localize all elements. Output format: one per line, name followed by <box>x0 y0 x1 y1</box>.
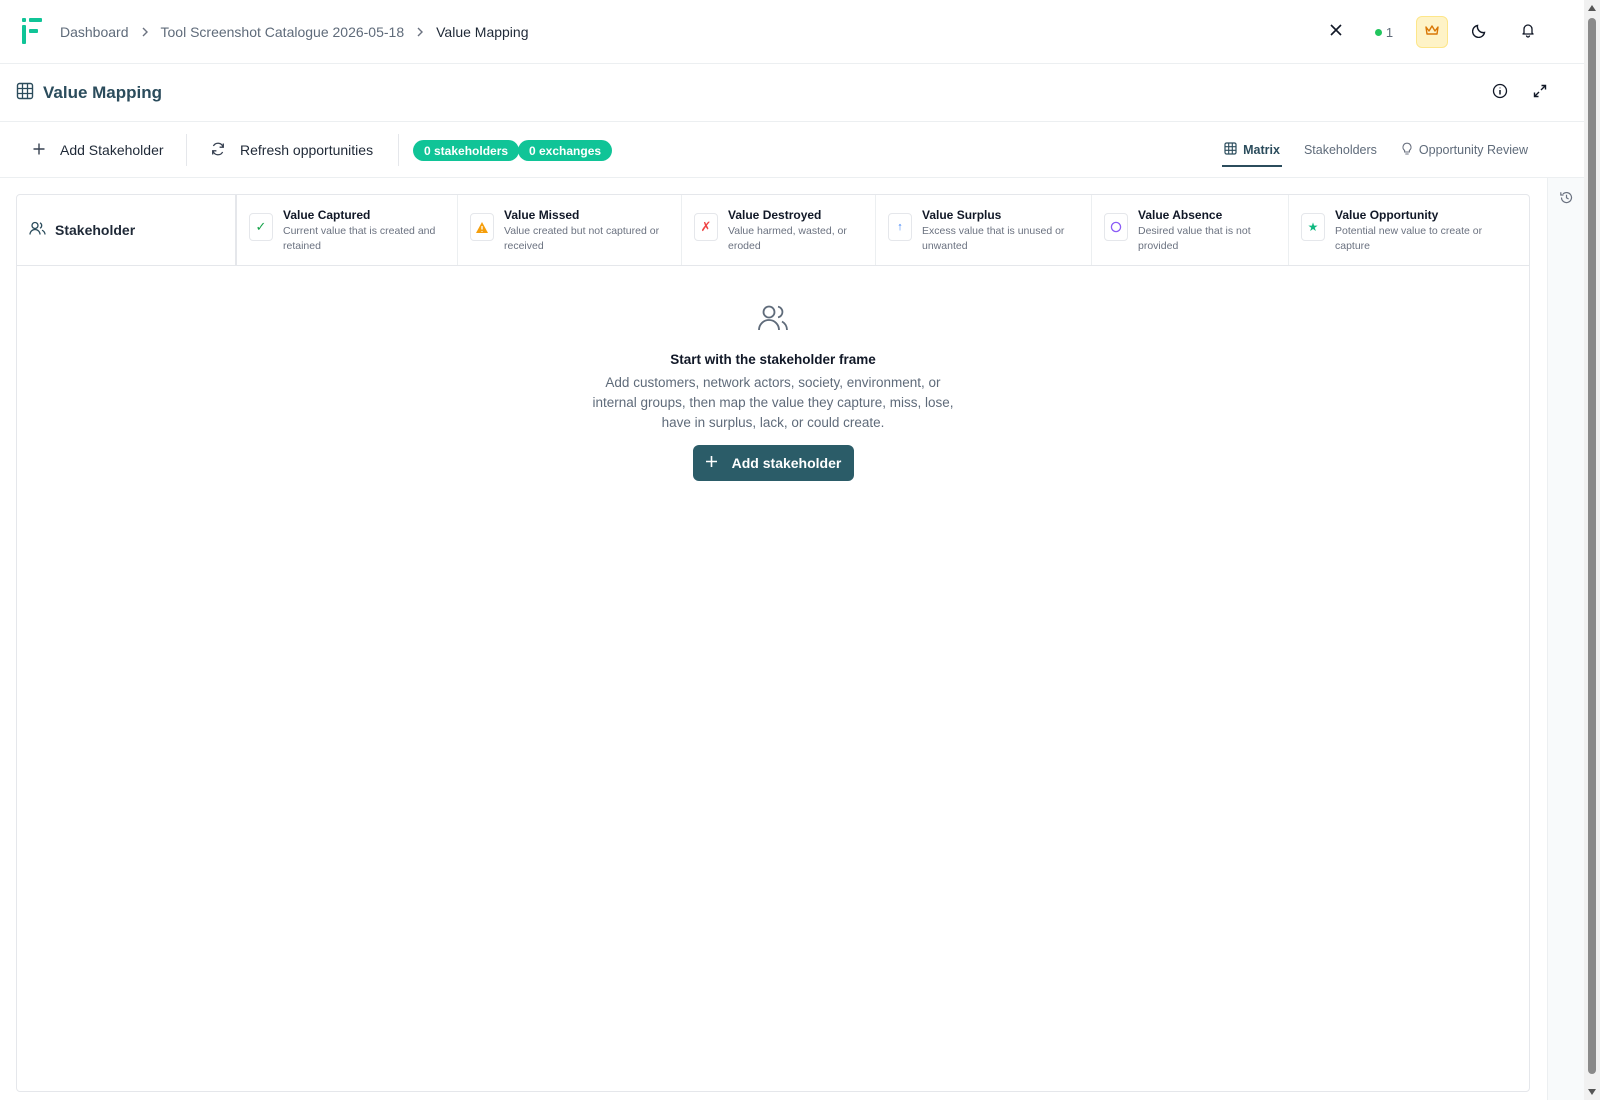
matrix-header: Stakeholder ✓ Value Captured Current val… <box>17 195 1529 266</box>
column-value-destroyed: ✗ Value Destroyed Value harmed, wasted, … <box>682 195 876 265</box>
page-actions <box>1484 77 1556 109</box>
column-value-captured: ✓ Value Captured Current value that is c… <box>237 195 458 265</box>
add-stakeholder-primary-button[interactable]: Add stakeholder <box>692 445 854 481</box>
tab-stakeholders[interactable]: Stakeholders <box>1304 122 1377 178</box>
top-actions: 1 <box>1320 0 1544 64</box>
online-users-indicator[interactable]: 1 <box>1368 25 1400 40</box>
value-matrix: Stakeholder ✓ Value Captured Current val… <box>16 194 1530 1092</box>
page-title-group: Value Mapping <box>16 64 162 122</box>
bell-icon <box>1520 22 1536 43</box>
add-stakeholder-button[interactable]: Add Stakeholder <box>32 134 164 166</box>
column-title: Value Destroyed <box>728 208 822 222</box>
app-logo-icon[interactable] <box>20 16 44 46</box>
tab-opportunity-review-label: Opportunity Review <box>1418 143 1528 157</box>
history-icon[interactable] <box>1559 190 1574 210</box>
star-icon: ★ <box>1301 213 1325 241</box>
scroll-down-icon[interactable] <box>1588 1089 1596 1095</box>
info-button[interactable] <box>1484 77 1516 109</box>
stakeholder-column-header: Stakeholder <box>17 195 237 265</box>
online-count: 1 <box>1385 24 1394 40</box>
view-tabs: Matrix Stakeholders Opportunity Review <box>1222 122 1528 178</box>
warning-icon <box>470 213 494 241</box>
column-description: Value created but not captured or receiv… <box>504 225 660 252</box>
close-button[interactable] <box>1320 16 1352 48</box>
toolbar-divider <box>398 134 399 166</box>
info-icon <box>1492 83 1508 104</box>
column-title: Value Opportunity <box>1335 208 1439 222</box>
refresh-opportunities-label: Refresh opportunities <box>240 142 374 158</box>
column-value-absence: Value Absence Desired value that is not … <box>1092 195 1289 265</box>
empty-state-title: Start with the stakeholder frame <box>670 352 876 367</box>
moon-icon <box>1471 22 1488 43</box>
tab-matrix-label: Matrix <box>1243 143 1280 157</box>
scrollbar-thumb[interactable] <box>1588 18 1596 1074</box>
column-description: Excess value that is unused or unwanted <box>922 225 1065 252</box>
plus-icon <box>705 455 718 471</box>
column-description: Potential new value to create or capture <box>1335 225 1483 252</box>
page-title: Value Mapping <box>43 83 163 102</box>
breadcrumb-dashboard[interactable]: Dashboard <box>60 24 129 40</box>
exchanges-count-badge: 0 exchanges <box>518 140 613 161</box>
toolbar-divider <box>186 134 187 166</box>
column-description: Value harmed, wasted, or eroded <box>728 225 847 252</box>
add-stakeholder-primary-label: Add stakeholder <box>731 455 842 471</box>
chevron-right-icon <box>141 27 149 37</box>
stakeholders-count-badge: 0 stakeholders <box>413 140 520 161</box>
lightbulb-icon <box>1401 142 1413 159</box>
right-rail <box>1547 178 1584 1100</box>
breadcrumb-catalogue[interactable]: Tool Screenshot Catalogue 2026-05-18 <box>161 24 405 40</box>
column-value-surplus: ↑ Value Surplus Excess value that is unu… <box>876 195 1092 265</box>
column-title: Value Captured <box>283 208 371 222</box>
add-stakeholder-label: Add Stakeholder <box>60 142 164 158</box>
crown-icon <box>1424 23 1440 42</box>
premium-button[interactable] <box>1416 16 1448 48</box>
stakeholder-header-label: Stakeholder <box>55 222 136 238</box>
empty-state: Start with the stakeholder frame Add cus… <box>17 303 1529 481</box>
check-icon: ✓ <box>249 213 273 241</box>
online-dot-icon <box>1374 28 1382 36</box>
tab-stakeholders-label: Stakeholders <box>1303 143 1377 157</box>
column-value-missed: Value Missed Value created but not captu… <box>458 195 682 265</box>
tab-matrix[interactable]: Matrix <box>1222 122 1282 178</box>
theme-toggle-button[interactable] <box>1464 16 1496 48</box>
plus-icon <box>32 142 46 159</box>
users-icon <box>757 303 789 338</box>
users-icon <box>29 221 46 239</box>
column-value-opportunity: ★ Value Opportunity Potential new value … <box>1289 195 1489 265</box>
refresh-opportunities-button[interactable]: Refresh opportunities <box>210 134 373 166</box>
page-header: Value Mapping <box>0 64 1584 122</box>
breadcrumb: Dashboard Tool Screenshot Catalogue 2026… <box>60 0 529 64</box>
circle-icon <box>1104 213 1128 241</box>
grid-icon <box>1224 142 1237 158</box>
tab-opportunity-review[interactable]: Opportunity Review <box>1401 122 1528 178</box>
column-description: Current value that is created and retain… <box>283 225 436 252</box>
scroll-up-icon[interactable] <box>1588 5 1596 11</box>
page-scrollbar[interactable] <box>1584 0 1600 1100</box>
empty-state-description: Add customers, network actors, society, … <box>592 375 954 430</box>
toolbar: Add Stakeholder Refresh opportunities 0 … <box>0 122 1584 178</box>
column-title: Value Absence <box>1138 208 1223 222</box>
fullscreen-button[interactable] <box>1524 77 1556 109</box>
column-title: Value Surplus <box>922 208 1002 222</box>
expand-icon <box>1532 83 1548 104</box>
column-title: Value Missed <box>504 208 580 222</box>
close-icon <box>1329 23 1343 42</box>
breadcrumb-current: Value Mapping <box>436 24 529 40</box>
cross-icon: ✗ <box>694 213 718 241</box>
notifications-button[interactable] <box>1512 16 1544 48</box>
top-navigation: Dashboard Tool Screenshot Catalogue 2026… <box>0 0 1584 64</box>
column-description: Desired value that is not provided <box>1138 225 1251 252</box>
grid-icon <box>16 82 34 105</box>
arrow-up-icon: ↑ <box>888 213 912 241</box>
chevron-right-icon <box>416 27 424 37</box>
refresh-icon <box>210 141 226 160</box>
